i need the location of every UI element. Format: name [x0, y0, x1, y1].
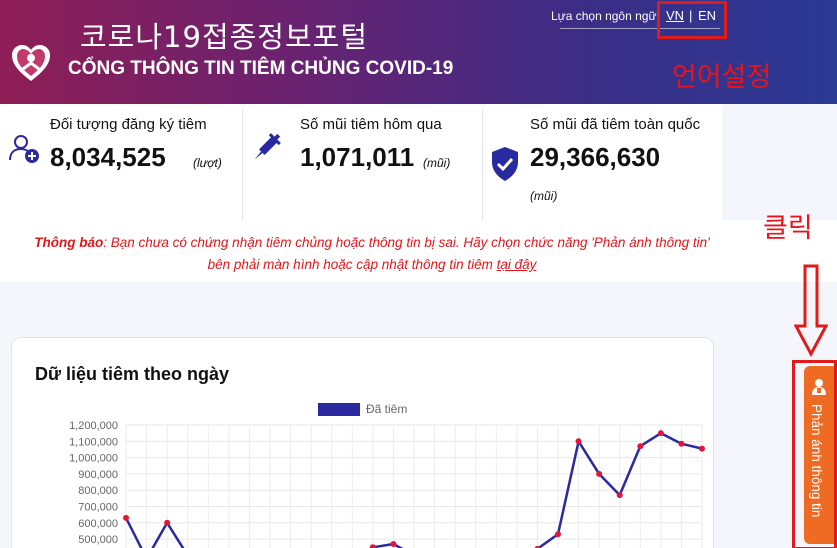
y-tick-label: 800,000 — [78, 485, 118, 497]
stat-registered-label: Đối tượng đăng ký tiêm — [50, 116, 207, 133]
data-point — [555, 531, 561, 538]
click-annotation: 클릭 — [763, 213, 813, 244]
legend-label: Đã tiêm — [366, 402, 407, 416]
stat-total-value: 29,366,630 — [530, 142, 661, 172]
data-point — [678, 440, 685, 447]
stat-yesterday-label: Số mũi tiêm hôm qua — [300, 116, 442, 133]
notice-prefix: Thông báo — [34, 235, 104, 250]
stat-divider — [482, 110, 483, 220]
data-point — [699, 445, 705, 452]
y-tick-label: 900,000 — [78, 469, 118, 481]
shield-check-icon — [492, 147, 518, 181]
data-point — [164, 519, 171, 526]
syringe-icon — [254, 133, 281, 160]
stat-yesterday-unit: (mũi) — [423, 156, 451, 170]
korean-portal-title: 코로나19접종정보포털 — [80, 20, 369, 54]
stats-panel: Đối tượng đăng ký tiêm 8,034,525 (lượt) … — [0, 104, 722, 220]
data-point — [123, 514, 129, 521]
notice-text: Thông báo: Bạn chưa có chứng nhận tiêm c… — [22, 232, 722, 276]
feedback-tab-button[interactable]: Phản ánh thông tin — [804, 366, 834, 544]
language-annotation: 언어설정 — [672, 62, 772, 93]
notice-message: : Bạn chưa có chứng nhận tiêm chủng hoặc… — [103, 235, 710, 272]
language-label: Lựa chọn ngôn ngữ: — [551, 9, 660, 23]
stat-total-label: Số mũi đã tiêm toàn quốc — [530, 116, 701, 133]
language-highlight-box — [657, 1, 727, 39]
chart-card: Dữ liệu tiêm theo ngày Đã tiêm 1,200,000 1… — [11, 337, 714, 548]
stat-divider — [242, 110, 243, 220]
stat-registered-unit: (lượt) — [193, 156, 222, 170]
portal-title: CỔNG THÔNG TIN TIÊM CHỦNG COVID-19 — [68, 58, 454, 79]
y-tick-label: 1,000,000 — [69, 453, 118, 465]
data-point — [657, 430, 664, 437]
y-tick-label: 500,000 — [78, 534, 118, 546]
person-feedback-icon — [812, 379, 826, 395]
y-tick-label: 700,000 — [78, 502, 118, 514]
y-tick-label: 1,200,000 — [69, 420, 118, 432]
notice-banner: Thông báo: Bạn chưa có chứng nhận tiêm c… — [0, 220, 837, 282]
notice-update-link[interactable]: tại đây — [497, 257, 537, 272]
header: 코로나19접종정보포털 Lựa chọn ngôn ngữ: VN | EN C… — [0, 0, 837, 104]
data-point — [575, 438, 582, 445]
data-point — [596, 470, 603, 477]
data-point — [369, 544, 376, 548]
stat-registered-value: 8,034,525 — [50, 142, 166, 172]
legend-swatch — [318, 403, 360, 416]
down-arrow-icon — [794, 264, 828, 358]
feedback-label: Phản ánh thông tin — [809, 404, 824, 518]
add-user-icon — [9, 135, 39, 163]
stat-yesterday-value: 1,071,011 — [300, 142, 415, 172]
y-tick-label: 1,100,000 — [69, 436, 118, 448]
data-point — [637, 443, 644, 450]
data-point — [616, 492, 623, 499]
stat-total-unit: (mũi) — [530, 189, 558, 203]
daily-vaccination-chart: Đã tiêm 1,200,000 1,100,000 1,000,000 900,00… — [69, 402, 705, 548]
heart-logo-icon — [12, 45, 50, 81]
y-tick-label: 600,000 — [78, 518, 118, 530]
data-point — [390, 540, 397, 547]
